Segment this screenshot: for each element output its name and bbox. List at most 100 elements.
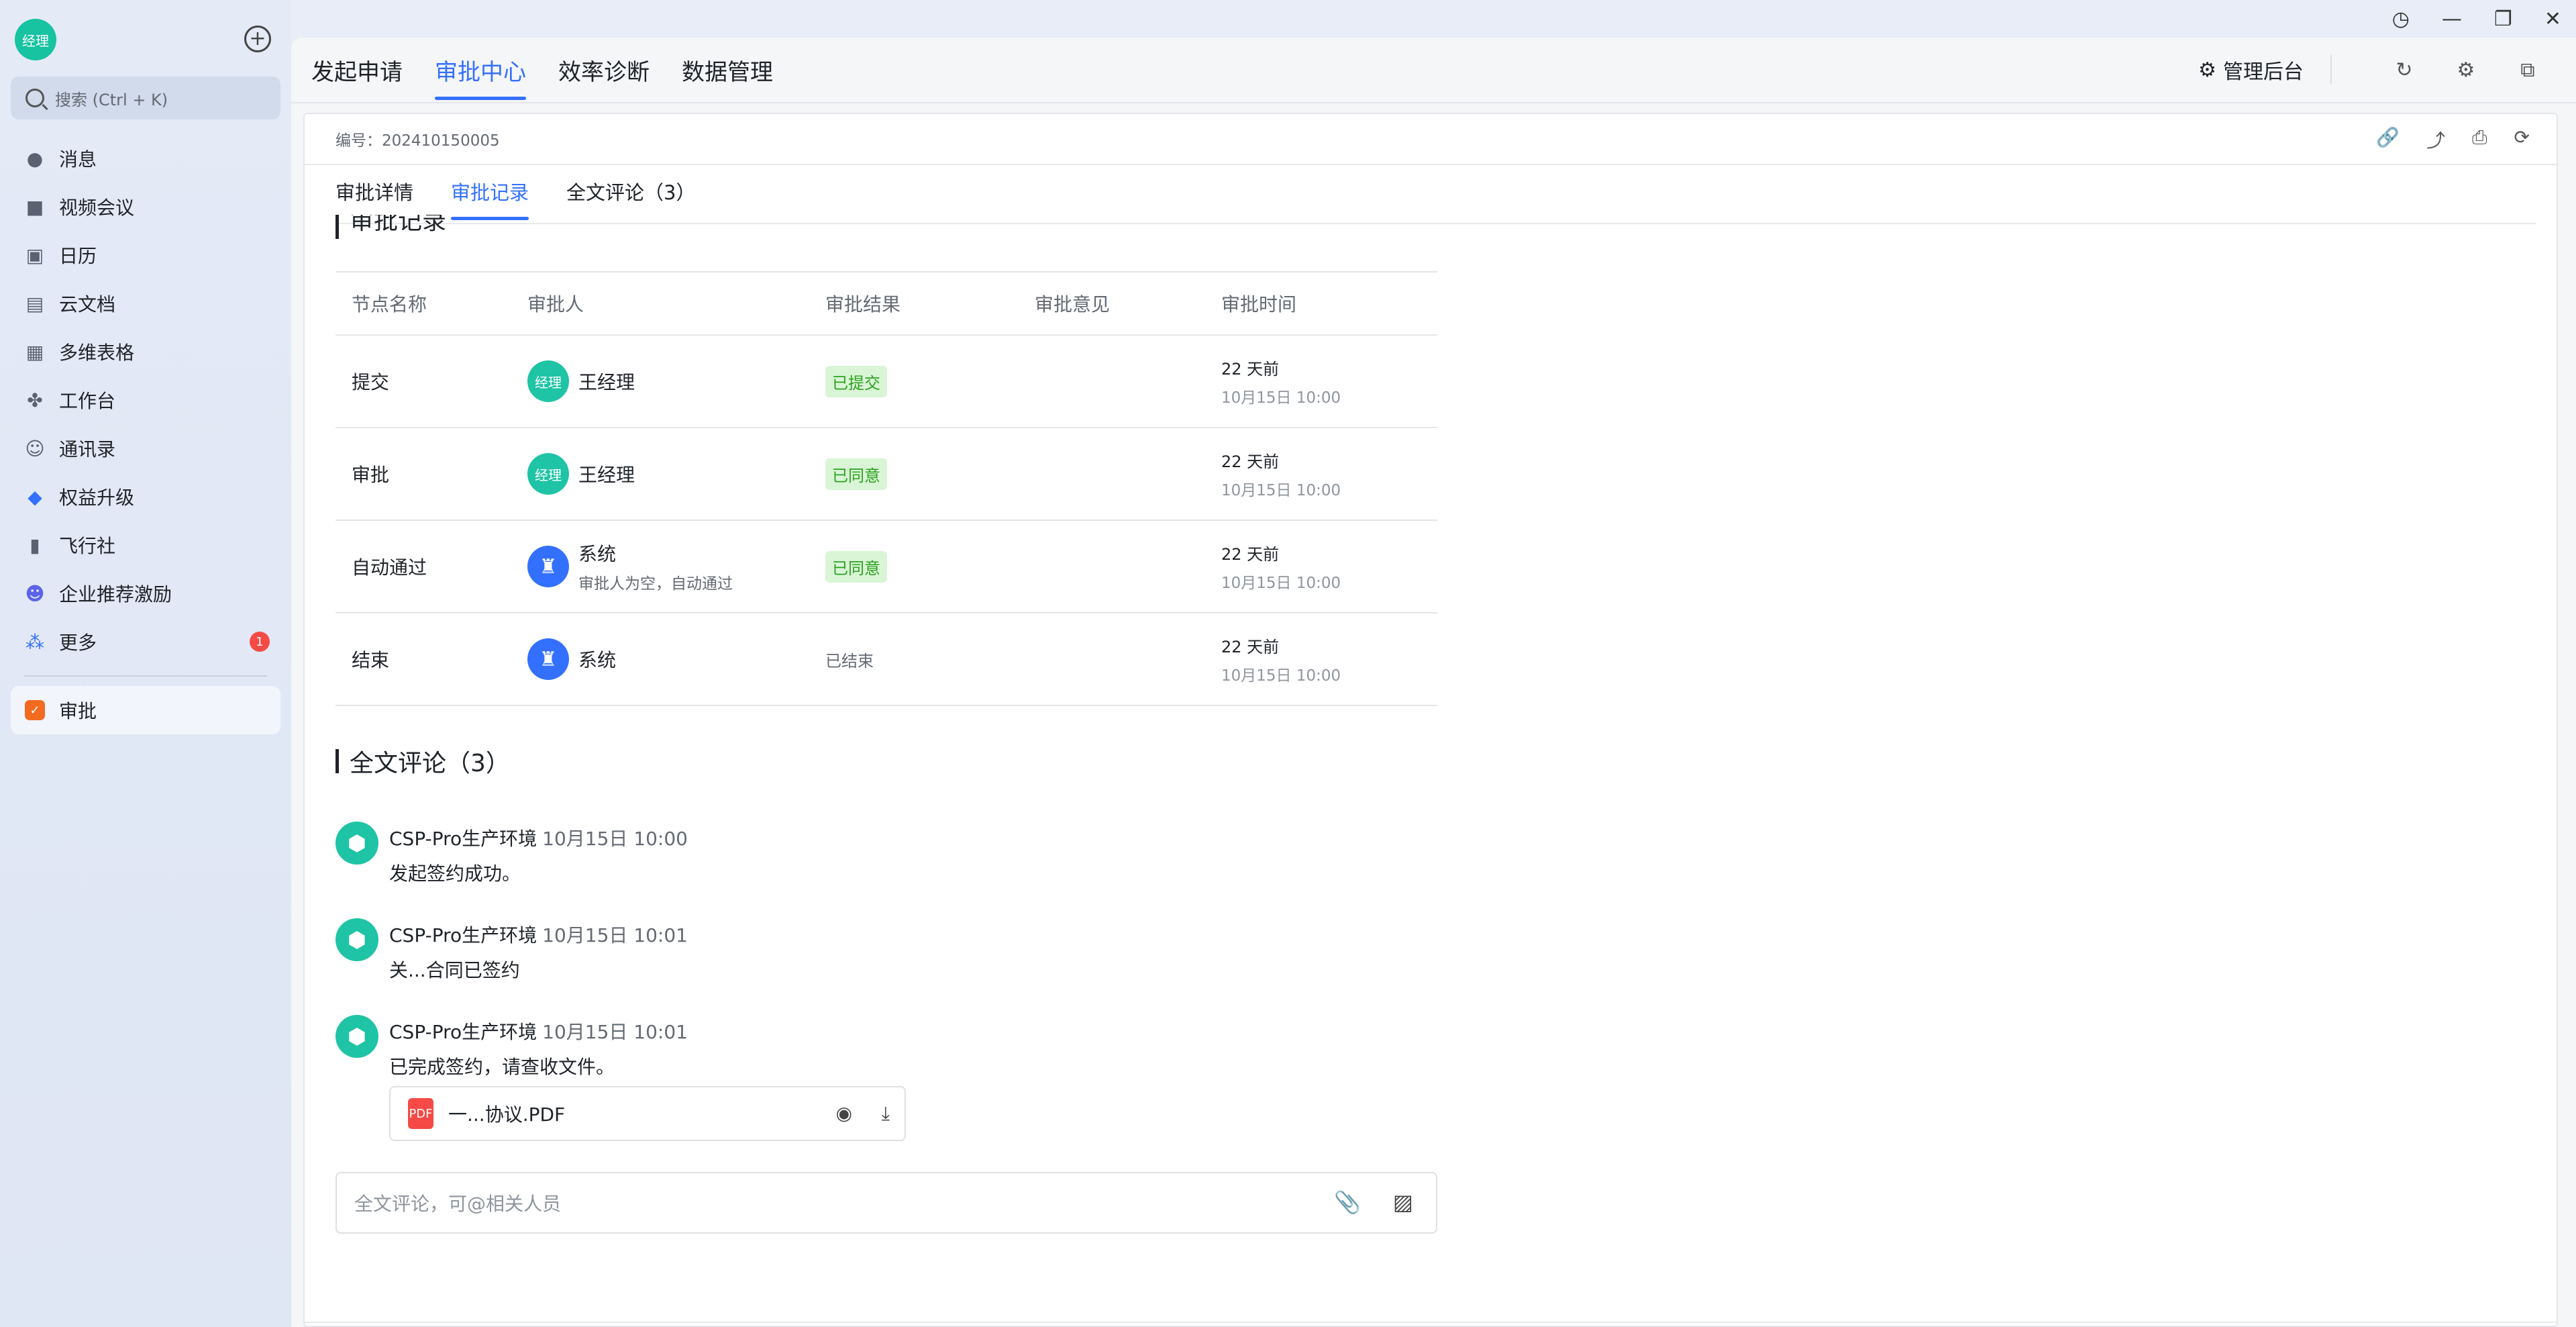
cloud-doc-icon: ▤ [25,292,44,315]
history-icon[interactable]: ◷ [2392,7,2410,31]
tab-approval-center[interactable]: 审批中心 [435,54,526,100]
absolute-time: 10月15日 10:00 [1221,574,1341,592]
comment-time: 10月15日 10:00 [542,828,688,850]
settings-icon[interactable]: ⚙ [2450,58,2482,82]
relative-time: 22 天前 [1221,544,1280,564]
print-icon[interactable]: ⎙ [2472,126,2487,153]
sync-icon[interactable]: ⟳ [2514,126,2530,153]
comment-item: ⬢ CSP-Pro生产环境 10月15日 10:01 关...合同已签约 [336,918,1476,985]
admin-console-button[interactable]: ⚙ 管理后台 [2198,55,2304,85]
sidebar-item-cloud-doc[interactable]: ▤ 云文档 [11,279,280,328]
tab-data-management[interactable]: 数据管理 [682,54,773,100]
card-actions: 🔗 ⤴ ⎙ ⟳ [2376,126,2530,153]
contacts-icon: ☺ [25,437,45,460]
sidebar-item-label: 审批 [59,700,97,722]
result-cell: 已同意 [809,520,1019,613]
result-cell: 已提交 [809,335,1019,428]
tabs-divider [336,223,2536,224]
table-row: 结束 ♜ 系统 已结束 22 天前 10月15日 10:00 [336,613,1437,706]
sidebar-item-video[interactable]: ■ 视频会议 [11,183,280,231]
sidebar-item-label: 云文档 [59,293,116,315]
search-input[interactable]: 搜索 (Ctrl + K) [11,77,280,119]
approval-detail-card: 编号：202410150005 🔗 ⤴ ⎙ ⟳ 审批详情 审批记录 全文评论（3… [303,113,2558,1327]
sidebar-item-contacts[interactable]: ☺ 通讯录 [11,424,280,473]
approver-cell: ♜ 系统 [511,613,809,706]
tab-efficiency[interactable]: 效率诊断 [558,54,650,100]
sidebar-item-label: 权益升级 [59,487,135,509]
sidebar-item-referral[interactable]: ☻ 企业推荐激励 [11,569,280,618]
window-controls: ◷ — ❐ ✕ [2392,0,2576,38]
sidebar-item-approval[interactable]: ✓ 审批 [11,686,280,734]
sliders-icon: ⚙ [2198,58,2216,82]
comment-author[interactable]: CSP-Pro生产环境 [389,828,537,850]
sidebar-item-label: 通讯录 [59,438,116,460]
preview-eye-icon[interactable]: ◉ [836,1102,852,1124]
comment-item: ⬢ CSP-Pro生产环境 10月15日 10:01 已完成签约，请查收文件。 P… [336,1015,1476,1149]
sidebar-item-label: 企业推荐激励 [59,583,172,605]
comment-meta: CSP-Pro生产环境 10月15日 10:01 [389,1018,688,1044]
close-icon[interactable]: ✕ [2544,7,2561,31]
table-icon: ▦ [25,340,44,363]
sidebar-item-upgrade[interactable]: ◆ 权益升级 [11,473,280,521]
file-attachment[interactable]: PDF 一...协议.PDF ◉ ⤓ [389,1086,906,1141]
comment-input[interactable]: 全文评论，可@相关人员 📎 ▨ [336,1172,1437,1234]
time-cell: 22 天前 10月15日 10:00 [1205,335,1437,428]
top-tabs: 发起申请 审批中心 效率诊断 数据管理 [311,54,773,100]
sidebar-item-more[interactable]: ⁂ 更多 1 [11,618,280,666]
minimize-icon[interactable]: — [2442,7,2462,31]
referral-icon: ☻ [25,582,45,605]
add-icon[interactable]: + [244,26,271,52]
attachment-icon[interactable]: 📎 [1334,1189,1361,1215]
approver-name[interactable]: 王经理 [578,368,635,395]
sidebar-item-club[interactable]: ▮ 飞行社 [11,521,280,569]
robot-icon: ♜ [527,638,569,680]
opinion-cell [1019,428,1205,521]
workspace-icon: ✤ [27,389,43,411]
comment-time: 10月15日 10:01 [542,924,688,946]
node-name: 提交 [336,335,511,428]
column-header: 节点名称 [336,271,511,336]
sidebar-item-workspace[interactable]: ✤ 工作台 [11,376,280,424]
sidebar-item-calendar[interactable]: ▣ 日历 [11,231,280,279]
tab-comments[interactable]: 全文评论（3） [566,177,695,220]
comment-item: ⬢ CSP-Pro生产环境 10月15日 10:00 发起签约成功。 [336,822,1476,889]
result-cell: 已结束 [809,613,1019,706]
tab-approval-detail[interactable]: 审批详情 [336,177,413,220]
sidebar-item-messages[interactable]: ● 消息 [11,134,280,183]
file-name: 一...协议.PDF [448,1103,566,1126]
more-apps-icon: ⁂ [25,630,44,653]
image-icon[interactable]: ▨ [1393,1189,1413,1215]
sidebar-item-label: 日历 [59,245,97,267]
sidebar-item-label: 更多 [59,632,97,654]
approver-cell: 经理 王经理 [511,428,809,521]
avatar[interactable]: 经理 [527,360,569,402]
search-placeholder: 搜索 (Ctrl + K) [55,90,168,109]
tab-submit[interactable]: 发起申请 [311,54,403,100]
open-window-icon[interactable]: ⧉ [2512,58,2544,82]
link-icon[interactable]: 🔗 [2376,126,2400,153]
approver-name[interactable]: 王经理 [578,460,635,487]
calendar-icon: ▣ [25,244,44,266]
download-icon[interactable]: ⤓ [882,1102,890,1125]
column-header: 审批结果 [809,271,1019,336]
sidebar-item-label: 视频会议 [59,197,135,219]
refresh-icon[interactable]: ↻ [2388,58,2420,82]
user-avatar[interactable]: 经理 [15,19,56,60]
time-cell: 22 天前 10月15日 10:00 [1205,428,1437,521]
time-cell: 22 天前 10月15日 10:00 [1205,520,1437,613]
robot-icon: ♜ [527,546,569,587]
restore-icon[interactable]: ❐ [2494,7,2512,31]
sidebar-item-table[interactable]: ▦ 多维表格 [11,328,280,376]
share-icon[interactable]: ⤴ [2426,126,2445,153]
avatar[interactable]: 经理 [527,453,569,495]
comment-meta: CSP-Pro生产环境 10月15日 10:00 [389,824,688,851]
comment-author[interactable]: CSP-Pro生产环境 [389,924,537,946]
top-bar: 发起申请 审批中心 效率诊断 数据管理 ⚙ 管理后台 ↻ ⚙ ⧉ [291,38,2576,103]
comment-author[interactable]: CSP-Pro生产环境 [389,1021,537,1043]
relative-time: 22 天前 [1221,359,1280,379]
bot-avatar-icon[interactable]: ⬢ [336,918,378,961]
tab-approval-records[interactable]: 审批记录 [451,177,529,220]
bot-avatar-icon[interactable]: ⬢ [336,1015,378,1058]
bot-avatar-icon[interactable]: ⬢ [336,822,378,865]
table-header-row: 节点名称 审批人 审批结果 审批意见 审批时间 [336,271,1437,336]
